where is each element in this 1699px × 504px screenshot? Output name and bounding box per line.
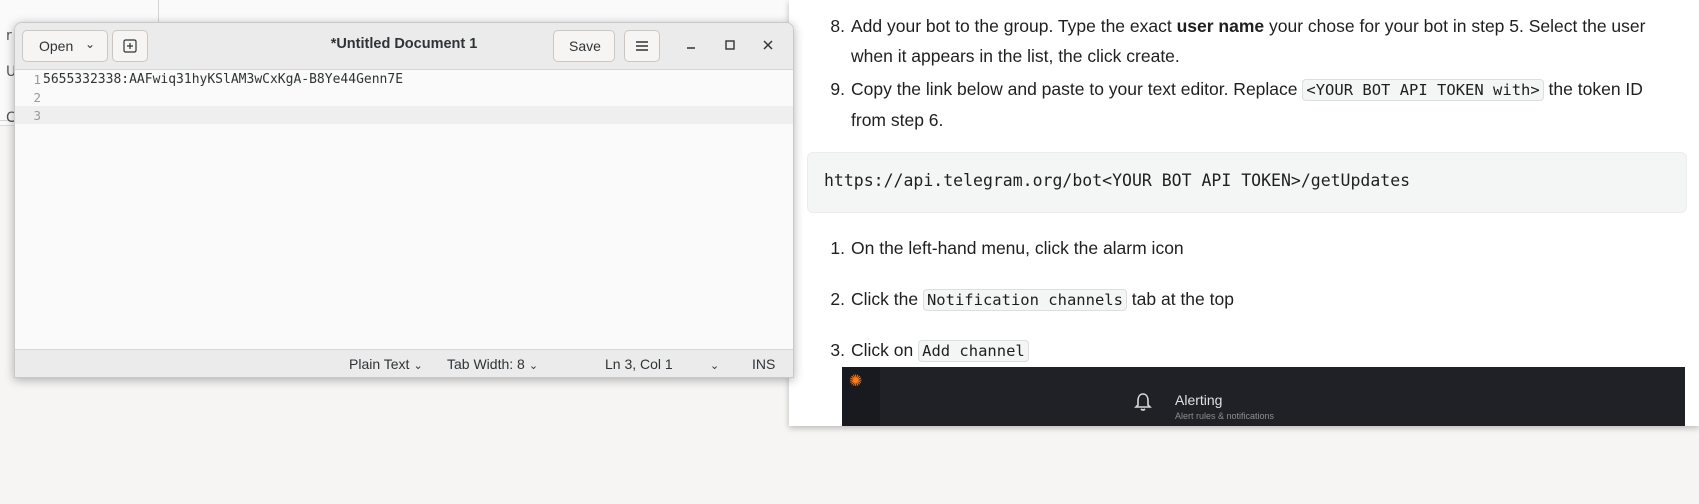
grafana-logo-icon: ✺ bbox=[849, 371, 863, 390]
embedded-screenshot: ✺ Alerting Alert rules & notifications bbox=[842, 367, 1685, 426]
step-2: 2. Click the Notification channels tab at… bbox=[830, 289, 1234, 311]
line-number: 2 bbox=[33, 90, 41, 105]
minimize-icon bbox=[687, 47, 695, 49]
cursor-position[interactable]: Ln 3, Col 1 bbox=[605, 356, 673, 372]
save-button[interactable]: Save bbox=[553, 30, 615, 62]
chevron-down-icon[interactable]: ⌄ bbox=[710, 356, 719, 372]
new-tab-button[interactable] bbox=[112, 30, 148, 62]
header-bar: Open ⌄ *Untitled Document 1 Save bbox=[15, 23, 793, 70]
tutorial-page: 8. Add your bot to the group. Type the ex… bbox=[789, 0, 1699, 426]
step-8: 8. Add your bot to the group. Type the ex… bbox=[830, 16, 1646, 36]
minimize-button[interactable] bbox=[679, 33, 703, 57]
open-button[interactable]: Open ⌄ bbox=[22, 30, 108, 62]
close-icon bbox=[763, 40, 773, 50]
line-number: 3 bbox=[33, 108, 41, 123]
hamburger-menu-icon bbox=[636, 41, 648, 51]
step-8-continued: when it appears in the list, the click c… bbox=[851, 46, 1180, 66]
screenshot-subtitle: Alert rules & notifications bbox=[1175, 411, 1275, 421]
step-3: 3. Click on Add channel bbox=[825, 340, 1029, 362]
bell-icon bbox=[1134, 393, 1152, 411]
divider bbox=[158, 0, 159, 22]
maximize-button[interactable] bbox=[718, 33, 742, 57]
insert-mode-indicator[interactable]: INS bbox=[752, 356, 775, 372]
background-text: r bbox=[6, 28, 12, 44]
step-1: 1. On the left-hand menu, click the alarm… bbox=[830, 238, 1184, 258]
code-block[interactable]: https://api.telegram.org/bot<YOUR BOT AP… bbox=[807, 152, 1687, 213]
screenshot-sidebar: ✺ bbox=[842, 367, 880, 426]
chevron-down-icon: ⌄ bbox=[413, 360, 423, 372]
status-bar: Plain Text ⌄ Tab Width: 8 ⌄ Ln 3, Col 1 ⌄ … bbox=[15, 349, 793, 377]
close-button[interactable] bbox=[756, 33, 780, 57]
language-selector[interactable]: Plain Text ⌄ bbox=[349, 356, 423, 372]
chevron-down-icon: ⌄ bbox=[528, 360, 539, 372]
step-9-continued: from step 6. bbox=[851, 110, 944, 130]
line-number: 1 bbox=[33, 72, 41, 87]
tab-width-selector[interactable]: Tab Width: 8 ⌄ bbox=[447, 356, 538, 372]
text-editor-window: Open ⌄ *Untitled Document 1 Save 1 56553… bbox=[14, 22, 794, 378]
text-editor-area[interactable]: 1 5655332338:AAFwiq31hyKSlAM3wCxKgA-B8Ye… bbox=[15, 70, 793, 352]
main-menu-button[interactable] bbox=[624, 30, 660, 62]
line-text[interactable]: 5655332338:AAFwiq31hyKSlAM3wCxKgA-B8Ye44… bbox=[43, 72, 403, 87]
current-line-highlight bbox=[15, 106, 793, 124]
screenshot-title: Alerting bbox=[1175, 392, 1223, 408]
step-9: 9. Copy the link below and paste to your … bbox=[830, 79, 1643, 101]
maximize-icon bbox=[725, 40, 735, 50]
code-block-text[interactable]: https://api.telegram.org/bot<YOUR BOT AP… bbox=[824, 171, 1410, 190]
new-document-icon bbox=[123, 39, 137, 53]
chevron-down-icon: ⌄ bbox=[85, 37, 96, 51]
